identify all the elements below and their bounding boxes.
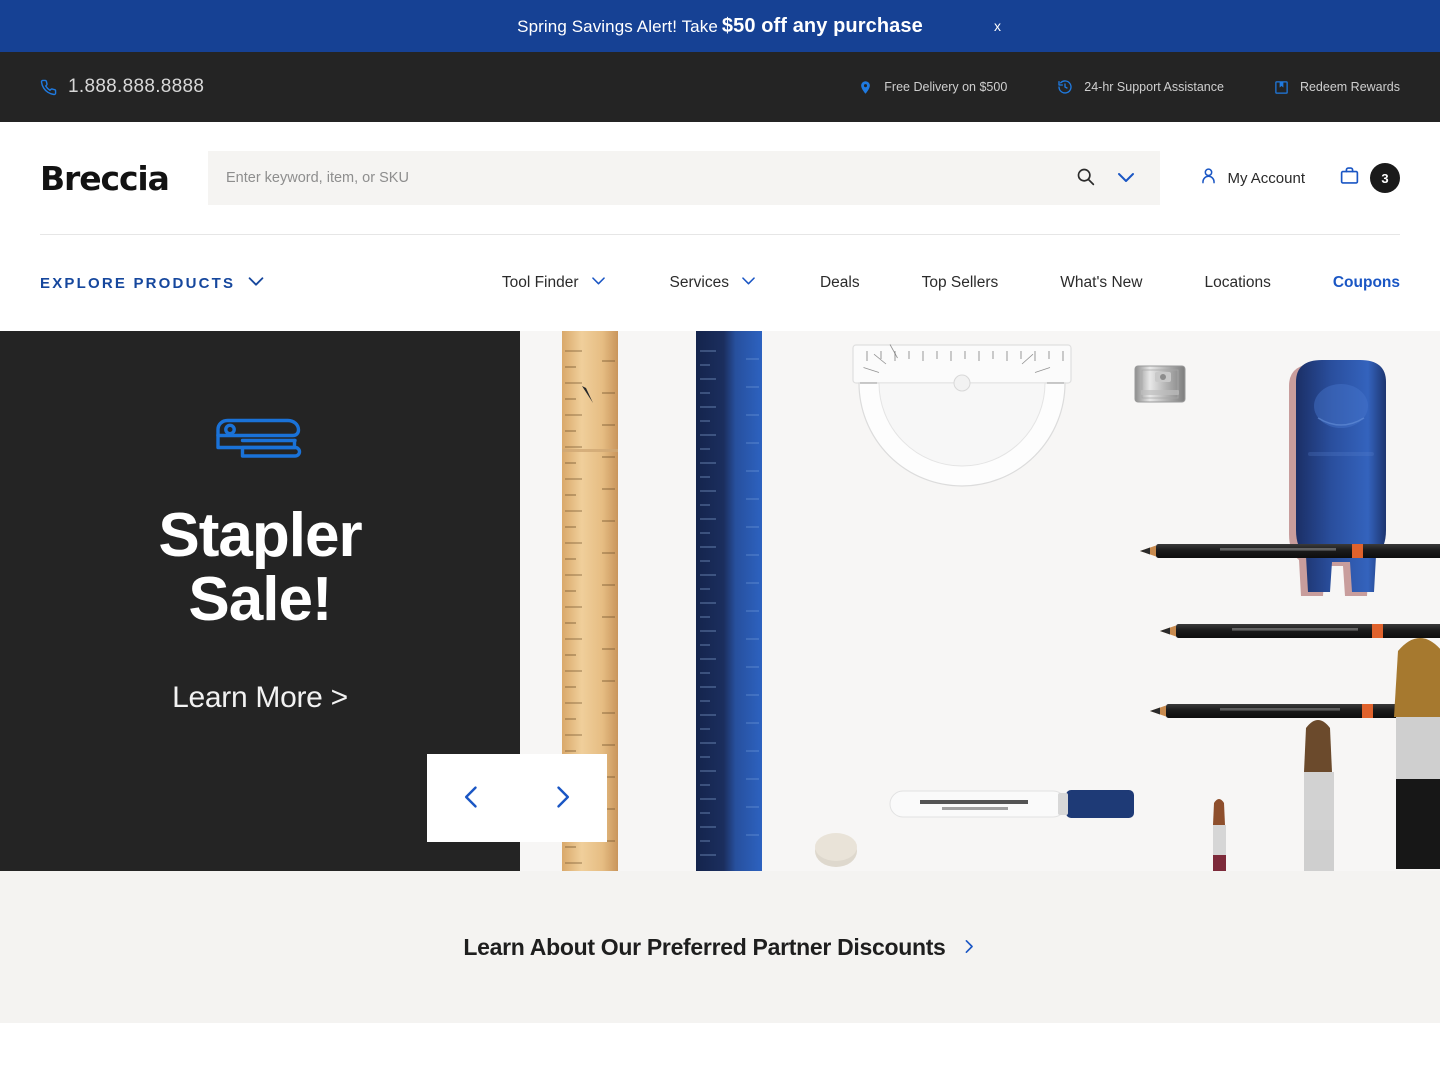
header-actions: My Account 3 <box>1199 163 1400 193</box>
search-input[interactable] <box>208 151 1073 205</box>
carousel-next-button[interactable] <box>536 772 588 824</box>
nav-item-services[interactable]: Services <box>670 271 758 295</box>
chevron-down-icon <box>1114 165 1138 192</box>
promo-banner: Spring Savings Alert! Take $50 off any pu… <box>0 0 1440 52</box>
promo-banner-lead: Spring Savings Alert! Take <box>517 16 718 36</box>
hero-photo <box>520 331 1440 871</box>
bag-icon <box>1339 165 1360 191</box>
promo-banner-text: Spring Savings Alert! Take $50 off any pu… <box>517 15 923 38</box>
carousel-prev-button[interactable] <box>446 772 498 824</box>
nav-item-explore-products[interactable]: Explore Products <box>40 270 267 297</box>
cart-count-badge: 3 <box>1370 163 1400 193</box>
utility-link-rewards[interactable]: Redeem Rewards <box>1274 80 1400 95</box>
carousel-controls <box>427 754 607 842</box>
promo-banner-close-button[interactable]: x <box>988 15 1007 37</box>
utility-bar: 1.888.888.8888 Free Delivery on $500 24-… <box>0 52 1440 122</box>
location-pin-icon <box>858 80 873 95</box>
nav-item-label: Services <box>669 274 729 291</box>
nav-item-label: Top Sellers <box>921 274 999 291</box>
phone-number: 1.888.888.8888 <box>68 76 205 97</box>
nav-item-label: Deals <box>819 274 860 291</box>
hero-carousel: Stapler Sale! Learn More > <box>0 331 1440 871</box>
phone-icon <box>40 79 57 96</box>
utility-link-label: Free Delivery on $500 <box>884 80 1008 94</box>
hero-image <box>520 331 1440 871</box>
hero-title: Stapler Sale! <box>158 501 362 635</box>
partner-discounts-strip: Learn About Our Preferred Partner Discou… <box>0 871 1440 1023</box>
utility-links: Free Delivery on $500 24-hr Support Assi… <box>858 79 1400 95</box>
hero-title-line-1: Stapler <box>158 501 362 570</box>
nav-item-deals[interactable]: Deals <box>820 274 860 292</box>
chevron-down-icon <box>739 271 758 295</box>
cart-link[interactable]: 3 <box>1339 163 1400 193</box>
nav-item-coupons[interactable]: Coupons <box>1333 274 1400 292</box>
hero-learn-more-link[interactable]: Learn More > <box>172 681 348 715</box>
chevron-down-icon <box>245 270 267 297</box>
search-actions <box>1073 163 1160 194</box>
nav-item-whats-new[interactable]: What's New <box>1060 274 1142 292</box>
utility-link-free-delivery[interactable]: Free Delivery on $500 <box>858 80 1007 95</box>
chevron-left-icon <box>458 783 486 814</box>
search-submit-button[interactable] <box>1073 164 1098 192</box>
search-category-dropdown-button[interactable] <box>1112 163 1140 194</box>
nav-item-label: Locations <box>1204 274 1271 291</box>
nav-item-top-sellers[interactable]: Top Sellers <box>922 274 999 292</box>
clock-history-icon <box>1057 79 1073 95</box>
promo-banner-offer: $50 off any purchase <box>721 14 923 37</box>
nav-item-tool-finder[interactable]: Tool Finder <box>502 271 608 295</box>
bookmark-icon <box>1274 80 1289 95</box>
partner-discounts-label: Learn About Our Preferred Partner Discou… <box>463 933 946 960</box>
person-icon <box>1199 166 1218 190</box>
utility-link-support[interactable]: 24-hr Support Assistance <box>1057 79 1224 95</box>
utility-link-label: 24-hr Support Assistance <box>1084 80 1224 94</box>
chevron-right-icon <box>960 934 977 961</box>
partner-discounts-link[interactable]: Learn About Our Preferred Partner Discou… <box>463 934 976 961</box>
phone-link[interactable]: 1.888.888.8888 <box>40 76 204 98</box>
my-account-label: My Account <box>1227 169 1305 187</box>
nav-items: Tool Finder Services Deals Top Sellers W… <box>502 271 1400 295</box>
nav-item-label: Tool Finder <box>501 274 579 291</box>
nav-item-locations[interactable]: Locations <box>1204 274 1270 292</box>
search-icon <box>1075 166 1096 190</box>
nav-item-label: Explore Products <box>40 274 236 292</box>
page-bottom-spacer <box>0 1023 1440 1081</box>
chevron-down-icon <box>589 271 608 295</box>
search-bar <box>208 151 1160 205</box>
chevron-right-icon <box>548 783 576 814</box>
hero-title-line-2: Sale! <box>188 565 332 635</box>
my-account-link[interactable]: My Account <box>1199 166 1305 190</box>
site-header: Breccia Enter keyword, item, or SKU My A… <box>0 122 1440 234</box>
utility-link-label: Redeem Rewards <box>1299 80 1400 94</box>
nav-item-label: What's New <box>1060 274 1143 291</box>
nav-item-label: Coupons <box>1332 274 1400 291</box>
stapler-icon <box>212 415 308 472</box>
site-logo[interactable]: Breccia <box>40 159 208 198</box>
main-navigation: Explore Products Tool Finder Services De… <box>0 235 1440 331</box>
